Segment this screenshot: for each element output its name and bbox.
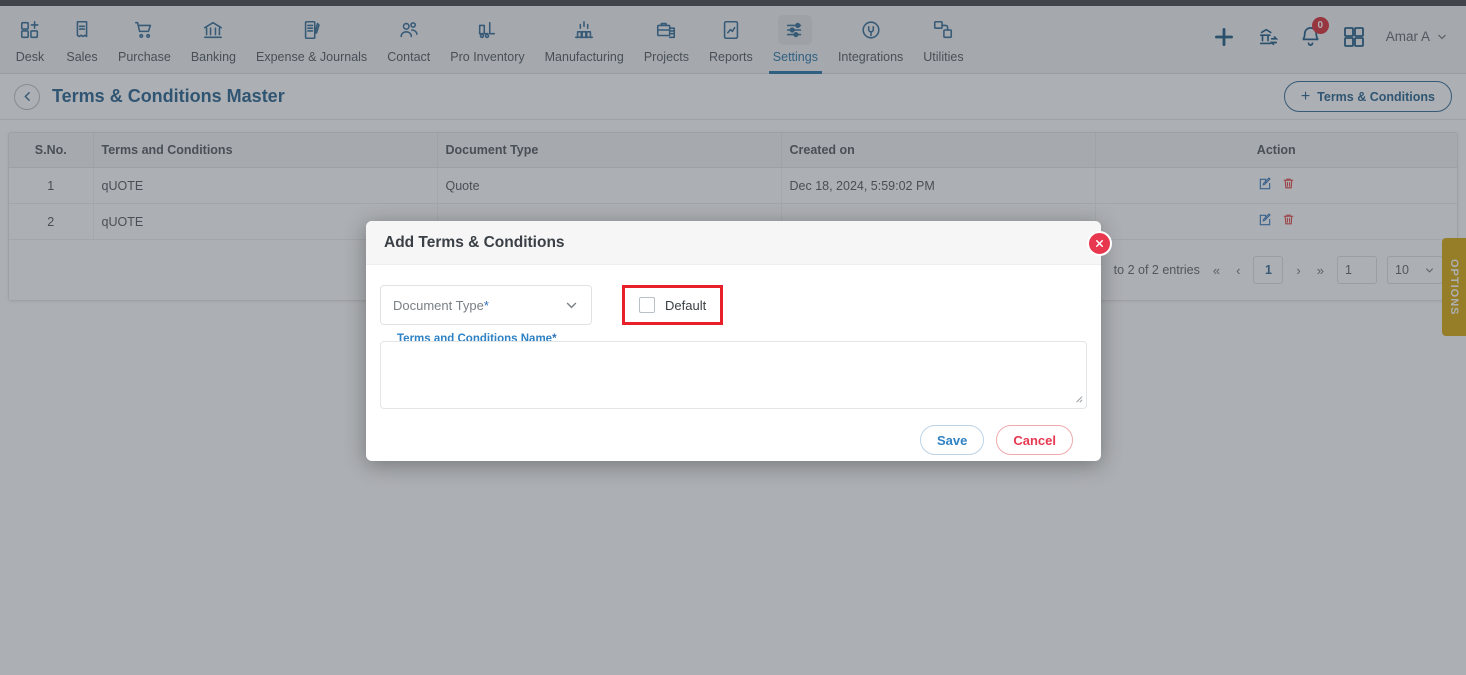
modal-row-top: Document Type* Default: [380, 285, 1087, 325]
resize-icon[interactable]: [1072, 392, 1083, 406]
modal-footer: Save Cancel: [380, 409, 1087, 455]
app-root: Desk Sales Purchase Banking Expense & Journa…: [0, 0, 1466, 675]
default-checkbox-label: Default: [665, 297, 707, 313]
terms-name-textarea[interactable]: [380, 341, 1087, 409]
chevron-down-icon: [566, 302, 577, 308]
save-button[interactable]: Save: [919, 425, 985, 455]
modal-body: Document Type* Default Terms and Conditi…: [366, 265, 1101, 455]
close-icon[interactable]: [1087, 231, 1112, 256]
default-checkbox-highlight: Default: [622, 285, 724, 325]
document-type-placeholder: Document Type*: [393, 297, 489, 313]
modal-header: Add Terms & Conditions: [366, 221, 1101, 265]
default-checkbox[interactable]: [639, 297, 655, 313]
cancel-button[interactable]: Cancel: [996, 425, 1073, 455]
document-type-select[interactable]: Document Type*: [380, 285, 592, 325]
modal-title: Add Terms & Conditions: [384, 233, 565, 251]
add-terms-conditions-modal: Add Terms & Conditions Document Type* De…: [366, 221, 1112, 461]
terms-name-field-wrapper: Terms and Conditions Name*: [380, 333, 1087, 409]
required-mark: *: [483, 297, 489, 313]
